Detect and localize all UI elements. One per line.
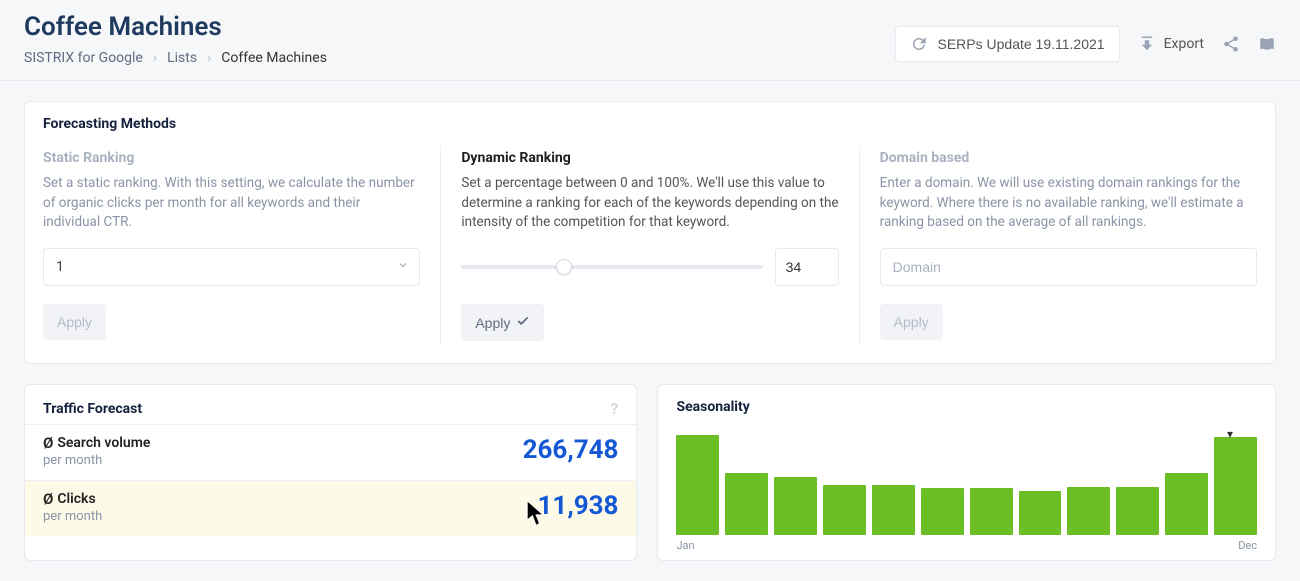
dynamic-ranking-column: Dynamic Ranking Set a percentage between… <box>441 146 859 345</box>
search-volume-value: 266,748 <box>523 435 619 465</box>
page-title: Coffee Machines <box>24 12 895 42</box>
static-ranking-desc: Set a static ranking. With this setting,… <box>43 174 420 234</box>
page-header: Coffee Machines SISTRIX for Google › Lis… <box>0 0 1300 81</box>
dynamic-ranking-title: Dynamic Ranking <box>461 150 838 166</box>
forecasting-section-title: Forecasting Methods <box>25 102 1275 136</box>
average-icon: Ø <box>43 436 53 451</box>
refresh-icon <box>910 35 928 53</box>
dynamic-apply-label: Apply <box>475 315 510 331</box>
domain-input[interactable] <box>880 248 1257 286</box>
clicks-value: 11,938 <box>537 491 618 521</box>
seasonality-bar <box>774 477 817 535</box>
domain-based-title: Domain based <box>880 150 1257 166</box>
traffic-forecast-title: Traffic Forecast <box>43 401 142 417</box>
static-apply-button[interactable]: Apply <box>43 304 106 340</box>
caret-down-icon: ▾ <box>1227 427 1233 441</box>
seasonality-bar <box>823 485 866 535</box>
domain-based-column: Domain based Enter a domain. We will use… <box>860 146 1257 345</box>
search-volume-label: Search volume <box>57 435 150 451</box>
seasonality-bar <box>1019 491 1062 535</box>
seasonality-bar <box>1214 437 1257 535</box>
chart-label-last: Dec <box>1238 539 1257 552</box>
traffic-row-search-volume: Ø Search volume per month 266,748 <box>25 424 636 480</box>
chevron-down-icon <box>397 259 409 275</box>
static-ranking-column: Static Ranking Set a static ranking. Wit… <box>43 146 441 345</box>
breadcrumb: SISTRIX for Google › Lists › Coffee Mach… <box>24 50 895 66</box>
static-ranking-select[interactable]: 1 <box>43 248 420 286</box>
domain-based-desc: Enter a domain. We will use existing dom… <box>880 174 1257 234</box>
traffic-row-clicks: Ø Clicks per month 11,938 <box>25 480 636 536</box>
download-icon <box>1138 35 1156 53</box>
static-ranking-select-value: 1 <box>56 259 64 275</box>
seasonality-chart <box>676 425 1257 535</box>
chevron-right-icon: › <box>207 50 211 66</box>
share-icon[interactable] <box>1222 35 1240 53</box>
static-apply-label: Apply <box>57 314 92 330</box>
seasonality-bar <box>725 473 768 535</box>
seasonality-bar <box>872 485 915 535</box>
seasonality-bar <box>1165 473 1208 535</box>
breadcrumb-current: Coffee Machines <box>221 50 327 66</box>
export-button[interactable]: Export <box>1138 35 1204 53</box>
clicks-sub: per month <box>43 509 102 524</box>
dynamic-ranking-value-input[interactable] <box>775 248 839 286</box>
dynamic-apply-button[interactable]: Apply <box>461 304 544 341</box>
seasonality-bar <box>676 435 719 535</box>
chart-label-first: Jan <box>676 539 694 552</box>
seasonality-bar <box>1116 487 1159 535</box>
breadcrumb-lists[interactable]: Lists <box>167 50 197 66</box>
traffic-forecast-card: Traffic Forecast ? Ø Search volume per mo… <box>24 384 637 561</box>
forecasting-methods-card: Forecasting Methods Static Ranking Set a… <box>24 101 1276 364</box>
help-icon[interactable]: ? <box>611 399 619 418</box>
book-icon[interactable] <box>1258 35 1276 53</box>
export-label: Export <box>1164 36 1204 52</box>
check-icon <box>516 314 530 331</box>
dynamic-ranking-slider[interactable] <box>461 265 762 269</box>
dynamic-ranking-desc: Set a percentage between 0 and 100%. We'… <box>461 174 838 234</box>
serps-update-button[interactable]: SERPs Update 19.11.2021 <box>895 26 1120 62</box>
seasonality-bar <box>1067 487 1110 535</box>
seasonality-title: Seasonality <box>676 399 1257 419</box>
seasonality-card: Seasonality ▾ Jan Dec <box>657 384 1276 561</box>
average-icon: Ø <box>43 492 53 507</box>
domain-apply-button[interactable]: Apply <box>880 304 943 340</box>
breadcrumb-root[interactable]: SISTRIX for Google <box>24 50 143 66</box>
seasonality-bar <box>921 488 964 535</box>
static-ranking-title: Static Ranking <box>43 150 420 166</box>
serps-update-label: SERPs Update 19.11.2021 <box>938 36 1105 52</box>
domain-apply-label: Apply <box>894 314 929 330</box>
chevron-right-icon: › <box>153 50 157 66</box>
clicks-label: Clicks <box>57 491 95 507</box>
search-volume-sub: per month <box>43 453 150 468</box>
seasonality-bar <box>970 488 1013 535</box>
slider-thumb[interactable] <box>556 259 572 275</box>
